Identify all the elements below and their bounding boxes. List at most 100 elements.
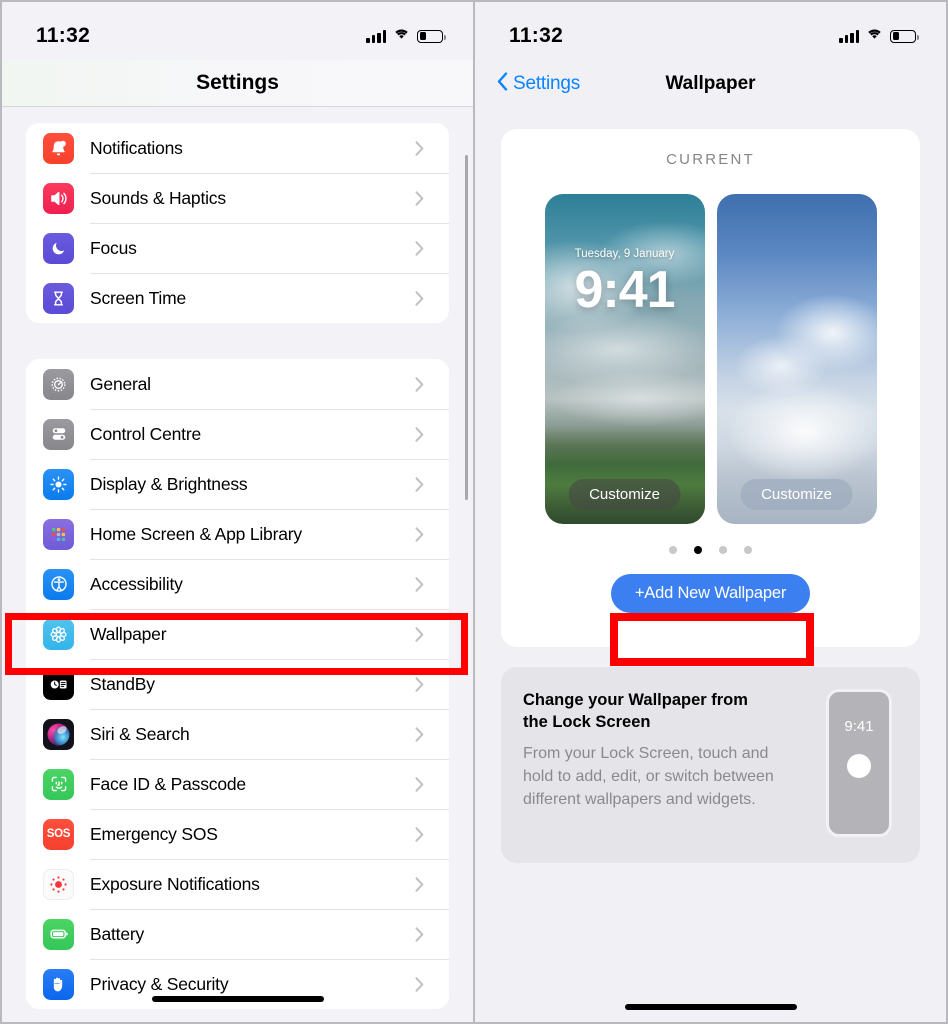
home-screen-wallpaper-image bbox=[716, 194, 877, 524]
sidebar-item-label: Siri & Search bbox=[90, 723, 190, 744]
display-brightness-icon bbox=[43, 468, 74, 500]
chevron-right-icon bbox=[415, 626, 431, 642]
sidebar-item-control-centre[interactable]: Control Centre bbox=[26, 409, 449, 459]
page-dot[interactable] bbox=[744, 546, 752, 554]
sidebar-item-label: Battery bbox=[90, 923, 145, 944]
sidebar-item-face-id[interactable]: Face ID & Passcode bbox=[26, 759, 449, 809]
back-button[interactable]: Settings bbox=[497, 71, 581, 96]
screen-time-icon bbox=[43, 282, 74, 314]
sidebar-item-emergency-sos[interactable]: SOS Emergency SOS bbox=[26, 809, 449, 859]
wallpaper-carousel[interactable]: Tuesday, 9 January 9:41 Customize Custom… bbox=[501, 194, 920, 524]
accessibility-icon bbox=[43, 568, 74, 600]
chevron-right-icon bbox=[415, 576, 431, 592]
control-centre-icon bbox=[43, 418, 74, 450]
sidebar-item-label: Face ID & Passcode bbox=[90, 773, 246, 794]
list-scrollbar[interactable] bbox=[464, 155, 468, 500]
home-screen-thumbnail[interactable]: Customize bbox=[716, 194, 877, 524]
settings-screen: 11:32 Settings Notifications Sounds & Ha… bbox=[0, 0, 474, 1024]
sidebar-item-label: Emergency SOS bbox=[90, 823, 218, 844]
page-dot-active[interactable] bbox=[694, 546, 702, 554]
mini-phone-illustration: 9:41 bbox=[826, 689, 892, 837]
wallpaper-card: CURRENT Tuesday, 9 January 9:41 Customiz… bbox=[501, 129, 920, 647]
sidebar-item-standby[interactable]: StandBy bbox=[26, 659, 449, 709]
status-bar-left: 11:32 bbox=[2, 2, 473, 60]
chevron-right-icon bbox=[415, 376, 431, 392]
sidebar-item-general[interactable]: General bbox=[26, 359, 449, 409]
chevron-right-icon bbox=[415, 726, 431, 742]
home-screen-icon bbox=[43, 518, 74, 550]
lock-screen-info-card: Change your Wallpaper from the Lock Scre… bbox=[501, 667, 920, 863]
sidebar-item-label: Home Screen & App Library bbox=[90, 523, 302, 544]
back-button-label: Settings bbox=[513, 72, 581, 94]
sidebar-item-screen-time[interactable]: Screen Time bbox=[26, 273, 449, 323]
sidebar-item-label: Control Centre bbox=[90, 423, 202, 444]
siri-search-icon bbox=[43, 718, 74, 750]
status-icons bbox=[839, 27, 919, 45]
page-title: Settings bbox=[196, 71, 279, 94]
sidebar-item-exposure-notifications[interactable]: Exposure Notifications bbox=[26, 859, 449, 909]
dual-screenshot-container: 11:32 Settings Notifications Sounds & Ha… bbox=[0, 0, 948, 1024]
chevron-left-icon bbox=[497, 71, 508, 96]
page-dot[interactable] bbox=[719, 546, 727, 554]
wifi-icon bbox=[393, 27, 410, 45]
chevron-right-icon bbox=[415, 676, 431, 692]
chevron-right-icon bbox=[415, 190, 431, 206]
sidebar-item-label: Focus bbox=[90, 237, 137, 258]
chevron-right-icon bbox=[415, 426, 431, 442]
sidebar-item-label: Screen Time bbox=[90, 287, 187, 308]
emergency-sos-icon: SOS bbox=[43, 818, 74, 850]
info-card-title: Change your Wallpaper from the Lock Scre… bbox=[523, 691, 748, 732]
privacy-security-icon bbox=[43, 968, 74, 1000]
lock-screen-time: 9:41 bbox=[574, 261, 675, 319]
sidebar-item-label: General bbox=[90, 373, 151, 394]
lock-screen-wallpaper-image bbox=[544, 194, 705, 524]
sidebar-item-battery[interactable]: Battery bbox=[26, 909, 449, 959]
customize-home-screen-button[interactable]: Customize bbox=[740, 479, 853, 510]
mini-phone-time: 9:41 bbox=[844, 718, 874, 735]
sidebar-item-label: Exposure Notifications bbox=[90, 873, 260, 894]
settings-group-1: Notifications Sounds & Haptics Focus Scr… bbox=[26, 123, 449, 323]
page-dots[interactable] bbox=[501, 546, 920, 554]
settings-group-2: General Control Centre Display & Brightn… bbox=[26, 359, 449, 1009]
general-icon bbox=[43, 368, 74, 400]
sidebar-item-focus[interactable]: Focus bbox=[26, 223, 449, 273]
customize-lock-screen-button[interactable]: Customize bbox=[568, 479, 681, 510]
settings-list[interactable]: Notifications Sounds & Haptics Focus Scr… bbox=[2, 107, 473, 1022]
status-icons bbox=[366, 27, 446, 45]
chevron-right-icon bbox=[415, 876, 431, 892]
lock-screen-thumbnail[interactable]: Tuesday, 9 January 9:41 Customize bbox=[544, 194, 705, 524]
cellular-bars-icon bbox=[366, 29, 386, 43]
chevron-right-icon bbox=[415, 926, 431, 942]
battery-icon bbox=[417, 29, 446, 43]
sidebar-item-siri-search[interactable]: Siri & Search bbox=[26, 709, 449, 759]
settings-navbar: Settings bbox=[2, 60, 473, 107]
wifi-icon bbox=[866, 27, 883, 45]
status-time: 11:32 bbox=[36, 24, 91, 47]
sidebar-item-label: Display & Brightness bbox=[90, 473, 248, 494]
sidebar-item-label: Privacy & Security bbox=[90, 973, 229, 994]
chevron-right-icon bbox=[415, 526, 431, 542]
cellular-bars-icon bbox=[839, 29, 859, 43]
exposure-notifications-icon bbox=[43, 868, 74, 900]
mini-phone-touch-indicator bbox=[847, 754, 871, 778]
sounds-haptics-icon bbox=[43, 182, 74, 214]
chevron-right-icon bbox=[415, 776, 431, 792]
chevron-right-icon bbox=[415, 826, 431, 842]
sidebar-item-label: Accessibility bbox=[90, 573, 183, 594]
sidebar-item-wallpaper[interactable]: Wallpaper bbox=[26, 609, 449, 659]
page-dot[interactable] bbox=[669, 546, 677, 554]
chevron-right-icon bbox=[415, 240, 431, 256]
sidebar-item-label: Wallpaper bbox=[90, 623, 167, 644]
sidebar-item-display-brightness[interactable]: Display & Brightness bbox=[26, 459, 449, 509]
sidebar-item-home-screen[interactable]: Home Screen & App Library bbox=[26, 509, 449, 559]
home-indicator bbox=[624, 1004, 797, 1010]
add-wallpaper-row: +Add New Wallpaper bbox=[501, 574, 920, 613]
sidebar-item-label: Notifications bbox=[90, 137, 183, 158]
chevron-right-icon bbox=[415, 290, 431, 306]
sidebar-item-sounds-haptics[interactable]: Sounds & Haptics bbox=[26, 173, 449, 223]
sidebar-item-label: StandBy bbox=[90, 673, 155, 694]
sidebar-item-accessibility[interactable]: Accessibility bbox=[26, 559, 449, 609]
sidebar-item-notifications[interactable]: Notifications bbox=[26, 123, 449, 173]
standby-icon bbox=[43, 668, 74, 700]
add-new-wallpaper-button[interactable]: +Add New Wallpaper bbox=[610, 574, 811, 613]
